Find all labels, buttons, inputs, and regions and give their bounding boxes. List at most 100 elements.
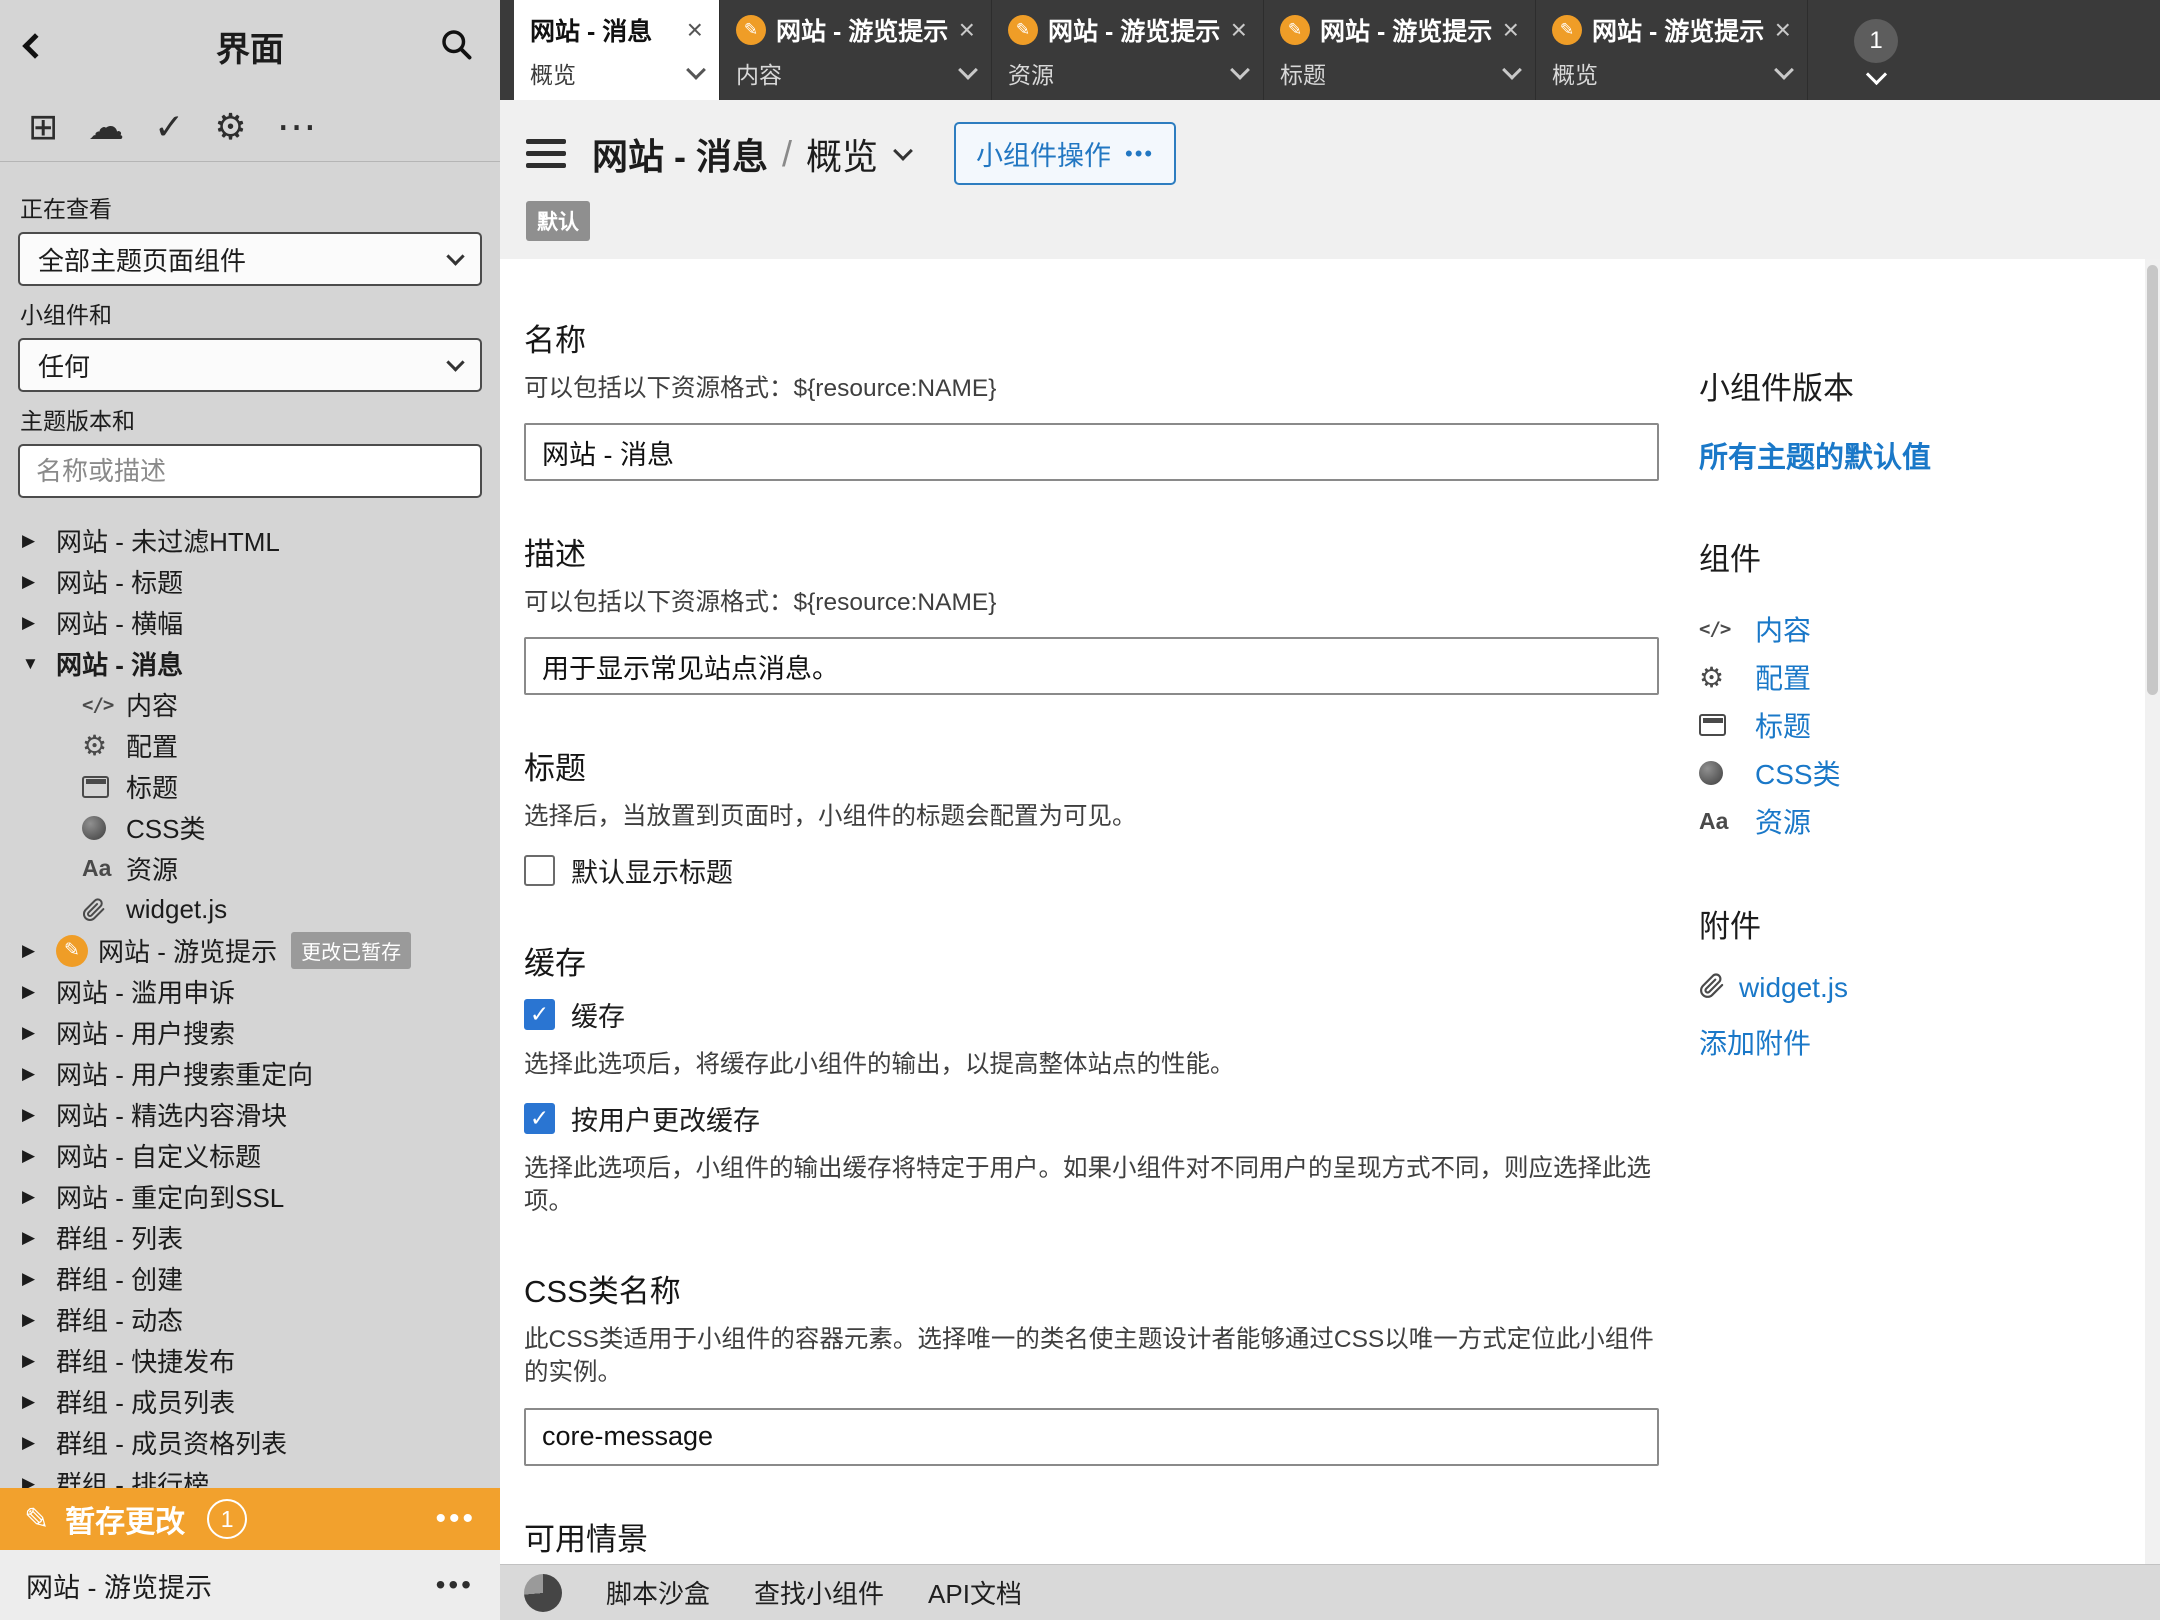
caret-right-icon[interactable]: ▶ [22,1310,56,1330]
tree-child-resources[interactable]: Aa资源 [0,848,500,889]
attachment-row: widget.js [1699,972,2129,1004]
close-icon[interactable]: × [951,19,975,41]
all-themes-default-link[interactable]: 所有主题的默认值 [1699,434,1931,476]
more-icon[interactable]: ⋯ [277,107,319,147]
tree-item-custom-title[interactable]: ▶网站 - 自定义标题 [0,1135,500,1176]
tree-item-group-quick-post[interactable]: ▶群组 - 快捷发布 [0,1340,500,1381]
tree-item-group-list[interactable]: ▶群组 - 列表 [0,1217,500,1258]
menu-icon[interactable] [526,139,566,168]
sidebar-bottom-item[interactable]: 网站 - 游览提示 ••• [0,1550,500,1620]
caret-right-icon[interactable]: ▶ [22,1023,56,1043]
chevron-down-icon[interactable] [1774,60,1794,80]
name-input[interactable] [524,423,1659,481]
component-config-link[interactable]: 配置 [1755,657,1811,697]
widget-js-link[interactable]: widget.js [1739,972,1848,1004]
tree-item-group-leaderboard[interactable]: ▶群组 - 排行榜 [0,1463,500,1488]
show-title-checkbox[interactable]: ✓ [524,855,555,886]
gear-icon[interactable]: ⚙ [214,109,246,145]
tab-overflow-menu[interactable]: 1 [1854,0,1898,100]
tree-item-featured-slider[interactable]: ▶网站 - 精选内容滑块 [0,1094,500,1135]
add-attachment-link[interactable]: 添加附件 [1699,1028,1811,1059]
tree-item-user-search[interactable]: ▶网站 - 用户搜索 [0,1012,500,1053]
caret-right-icon[interactable]: ▶ [22,1269,56,1289]
tree-item-group-members[interactable]: ▶群组 - 成员列表 [0,1381,500,1422]
caret-right-icon[interactable]: ▶ [22,613,56,633]
caret-right-icon[interactable]: ▶ [22,1228,56,1248]
add-icon[interactable]: ⊞ [28,109,58,145]
close-icon[interactable]: × [1495,19,1519,41]
tree-item-message[interactable]: ▼网站 - 消息 [0,643,500,684]
chevron-down-icon[interactable] [686,60,706,80]
chevron-down-icon[interactable] [1230,60,1250,80]
caret-right-icon[interactable]: ▶ [22,982,56,1002]
component-css: CSS类 [1699,749,2129,797]
script-sandbox-link[interactable]: 脚本沙盒 [606,1574,710,1611]
tree-child-widget-js[interactable]: widget.js [0,889,500,930]
stage-more-icon[interactable]: ••• [435,1502,476,1536]
tree-item-group-membership[interactable]: ▶群组 - 成员资格列表 [0,1422,500,1463]
cloud-icon[interactable]: ☁ [88,109,124,145]
chevron-down-icon[interactable] [893,141,913,161]
any-filter-select[interactable]: 任何 [18,338,482,392]
css-class-input[interactable] [524,1408,1659,1466]
tree-item-group-activity[interactable]: ▶群组 - 动态 [0,1299,500,1340]
search-icon[interactable] [438,26,474,67]
find-widget-link[interactable]: 查找小组件 [754,1574,884,1611]
tree-item-tour-tips[interactable]: ▶✎网站 - 游览提示更改已暂存 [0,930,500,971]
tree-child-content[interactable]: </>内容 [0,684,500,725]
tab-tourtips-overview[interactable]: ✎网站 - 游览提示× 概览 [1536,0,1808,100]
components-filter-select[interactable]: 全部主题页面组件 [18,232,482,286]
caret-right-icon[interactable]: ▶ [22,1433,56,1453]
caret-right-icon[interactable]: ▶ [22,1064,56,1084]
tree-child-title[interactable]: 标题 [0,766,500,807]
api-docs-link[interactable]: API文档 [928,1574,1022,1611]
caret-down-icon[interactable]: ▼ [22,654,56,674]
close-icon[interactable]: × [1767,19,1791,41]
tree-item-abuse[interactable]: ▶网站 - 滥用申诉 [0,971,500,1012]
tab-tourtips-title[interactable]: ✎网站 - 游览提示× 标题 [1264,0,1536,100]
content-body: 名称 可以包括以下资源格式：${resource:NAME} 描述 可以包括以下… [500,259,2160,1564]
tab-tourtips-resources[interactable]: ✎网站 - 游览提示× 资源 [992,0,1264,100]
bottom-more-icon[interactable]: ••• [436,1569,474,1601]
tab-tourtips-content[interactable]: ✎网站 - 游览提示× 内容 [720,0,992,100]
caret-right-icon[interactable]: ▶ [22,1392,56,1412]
component-title-link[interactable]: 标题 [1755,705,1811,745]
caret-right-icon[interactable]: ▶ [22,1187,56,1207]
description-section: 描述 可以包括以下资源格式：${resource:NAME} [524,529,1659,695]
cache-checkbox[interactable]: ✓ [524,999,555,1030]
chevron-down-icon[interactable] [1502,60,1522,80]
caret-right-icon[interactable]: ▶ [22,572,56,592]
caret-right-icon[interactable]: ▶ [22,1105,56,1125]
script-sandbox-icon[interactable] [524,1574,562,1612]
caret-right-icon[interactable]: ▶ [22,531,56,551]
component-content-link[interactable]: 内容 [1755,609,1811,649]
component-title: 标题 [1699,701,2129,749]
check-icon[interactable]: ✓ [154,109,184,145]
name-description-search-input[interactable] [18,444,482,498]
tab-message-overview[interactable]: 网站 - 消息× 概览 [514,0,720,100]
caret-right-icon[interactable]: ▶ [22,1474,56,1489]
widget-actions-button[interactable]: 小组件操作 ••• [954,122,1176,185]
component-css-link[interactable]: CSS类 [1755,753,1841,793]
tree-item-ssl-redirect[interactable]: ▶网站 - 重定向到SSL [0,1176,500,1217]
window-icon [82,776,126,798]
tree-item-banner[interactable]: ▶网站 - 横幅 [0,602,500,643]
scrollbar-thumb[interactable] [2147,265,2158,695]
tree-item-title[interactable]: ▶网站 - 标题 [0,561,500,602]
close-icon[interactable]: × [1223,19,1247,41]
cache-per-user-checkbox[interactable]: ✓ [524,1103,555,1134]
tree-child-config[interactable]: ⚙配置 [0,725,500,766]
tree-item-group-create[interactable]: ▶群组 - 创建 [0,1258,500,1299]
tree-item-user-search-redirect[interactable]: ▶网站 - 用户搜索重定向 [0,1053,500,1094]
component-resources-link[interactable]: 资源 [1755,801,1811,841]
stage-changes-bar[interactable]: ✎ 暂存更改 1 ••• [0,1488,500,1550]
caret-right-icon[interactable]: ▶ [22,1146,56,1166]
tree-child-css[interactable]: CSS类 [0,807,500,848]
caret-right-icon[interactable]: ▶ [22,941,56,961]
tree-item-unfiltered-html[interactable]: ▶网站 - 未过滤HTML [0,520,500,561]
caret-right-icon[interactable]: ▶ [22,1351,56,1371]
description-input[interactable] [524,637,1659,695]
chevron-down-icon[interactable] [958,60,978,80]
version-heading: 小组件版本 [1699,363,2129,408]
close-icon[interactable]: × [679,19,703,41]
